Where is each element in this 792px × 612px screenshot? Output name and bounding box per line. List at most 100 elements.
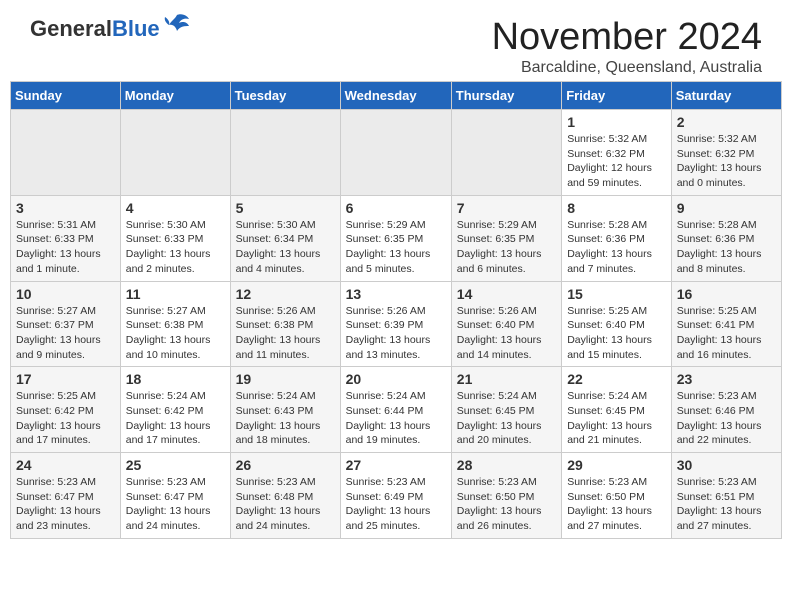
day-number: 1 <box>567 114 666 130</box>
day-info: Sunrise: 5:25 AM Sunset: 6:40 PM Dayligh… <box>567 304 666 363</box>
page-header: General Blue November 2024 Barcaldine, Q… <box>10 0 782 81</box>
table-row: 27Sunrise: 5:23 AM Sunset: 6:49 PM Dayli… <box>340 453 451 539</box>
day-number: 26 <box>236 457 335 473</box>
day-info: Sunrise: 5:24 AM Sunset: 6:45 PM Dayligh… <box>457 389 556 448</box>
table-row: 18 Sunrise: 5:24 AM Sunset: 6:42 PM Dayli… <box>120 367 230 453</box>
day-number: 22 <box>567 371 666 387</box>
table-row: 12 Sunrise: 5:26 AM Sunset: 6:38 PM Dayli… <box>230 281 340 367</box>
table-row: 10 Sunrise: 5:27 AM Sunset: 6:37 PM Dayli… <box>11 281 121 367</box>
table-row: 11 Sunrise: 5:27 AM Sunset: 6:38 PM Dayli… <box>120 281 230 367</box>
table-row: 8 Sunrise: 5:28 AM Sunset: 6:36 PM Daylig… <box>562 195 672 281</box>
day-number: 24 <box>16 457 115 473</box>
day-number: 29 <box>567 457 666 473</box>
day-info: Sunrise: 5:31 AM Sunset: 6:33 PM Dayligh… <box>16 218 115 277</box>
day-info: Sunrise: 5:27 AM Sunset: 6:37 PM Dayligh… <box>16 304 115 363</box>
day-info: Sunrise: 5:25 AM Sunset: 6:42 PM Dayligh… <box>16 389 115 448</box>
day-number: 7 <box>457 200 556 216</box>
table-row: 5Sunrise: 5:30 AM Sunset: 6:34 PM Daylig… <box>230 195 340 281</box>
table-row: 4 Sunrise: 5:30 AM Sunset: 6:33 PM Daylig… <box>120 195 230 281</box>
table-row <box>340 110 451 196</box>
table-row: 23 Sunrise: 5:23 AM Sunset: 6:46 PM Dayli… <box>671 367 781 453</box>
day-number: 4 <box>126 200 225 216</box>
day-info: Sunrise: 5:28 AM Sunset: 6:36 PM Dayligh… <box>567 218 666 277</box>
table-row <box>230 110 340 196</box>
col-tuesday: Tuesday <box>230 82 340 110</box>
day-number: 14 <box>457 286 556 302</box>
table-row: 6 Sunrise: 5:29 AM Sunset: 6:35 PM Daylig… <box>340 195 451 281</box>
table-row: 9 Sunrise: 5:28 AM Sunset: 6:36 PM Daylig… <box>671 195 781 281</box>
table-row: 20 Sunrise: 5:24 AM Sunset: 6:44 PM Dayli… <box>340 367 451 453</box>
day-number: 2 <box>677 114 776 130</box>
day-info: Sunrise: 5:23 AM Sunset: 6:50 PM Dayligh… <box>567 475 666 534</box>
day-number: 15 <box>567 286 666 302</box>
day-info: Sunrise: 5:24 AM Sunset: 6:42 PM Dayligh… <box>126 389 225 448</box>
table-row <box>451 110 561 196</box>
month-title: November 2024 <box>492 16 762 59</box>
day-info: Sunrise: 5:27 AM Sunset: 6:38 PM Dayligh… <box>126 304 225 363</box>
logo-general: General <box>30 16 112 42</box>
day-info: Sunrise: 5:23 AM Sunset: 6:51 PM Dayligh… <box>677 475 776 534</box>
day-info: Sunrise: 5:32 AM Sunset: 6:32 PM Dayligh… <box>567 132 666 191</box>
table-row: 28 Sunrise: 5:23 AM Sunset: 6:50 PM Dayli… <box>451 453 561 539</box>
table-row: 19 Sunrise: 5:24 AM Sunset: 6:43 PM Dayli… <box>230 367 340 453</box>
logo: General Blue <box>30 16 191 42</box>
table-row: 24 Sunrise: 5:23 AM Sunset: 6:47 PM Dayli… <box>11 453 121 539</box>
calendar-week-row: 24 Sunrise: 5:23 AM Sunset: 6:47 PM Dayli… <box>11 453 782 539</box>
calendar-header-row: Sunday Monday Tuesday Wednesday Thursday… <box>11 82 782 110</box>
table-row: 17 Sunrise: 5:25 AM Sunset: 6:42 PM Dayli… <box>11 367 121 453</box>
day-info: Sunrise: 5:30 AM Sunset: 6:33 PM Dayligh… <box>126 218 225 277</box>
table-row: 25Sunrise: 5:23 AM Sunset: 6:47 PM Dayli… <box>120 453 230 539</box>
day-info: Sunrise: 5:24 AM Sunset: 6:44 PM Dayligh… <box>346 389 446 448</box>
day-info: Sunrise: 5:23 AM Sunset: 6:46 PM Dayligh… <box>677 389 776 448</box>
table-row: 30 Sunrise: 5:23 AM Sunset: 6:51 PM Dayli… <box>671 453 781 539</box>
col-thursday: Thursday <box>451 82 561 110</box>
day-number: 30 <box>677 457 776 473</box>
day-number: 21 <box>457 371 556 387</box>
day-info: Sunrise: 5:29 AM Sunset: 6:35 PM Dayligh… <box>346 218 446 277</box>
table-row <box>11 110 121 196</box>
day-info: Sunrise: 5:23 AM Sunset: 6:48 PM Dayligh… <box>236 475 335 534</box>
calendar-week-row: 1 Sunrise: 5:32 AM Sunset: 6:32 PM Daylig… <box>11 110 782 196</box>
day-number: 6 <box>346 200 446 216</box>
col-saturday: Saturday <box>671 82 781 110</box>
table-row: 13Sunrise: 5:26 AM Sunset: 6:39 PM Dayli… <box>340 281 451 367</box>
day-info: Sunrise: 5:26 AM Sunset: 6:40 PM Dayligh… <box>457 304 556 363</box>
day-info: Sunrise: 5:28 AM Sunset: 6:36 PM Dayligh… <box>677 218 776 277</box>
logo-blue: Blue <box>112 16 160 42</box>
day-info: Sunrise: 5:26 AM Sunset: 6:39 PM Dayligh… <box>346 304 446 363</box>
table-row: 2 Sunrise: 5:32 AM Sunset: 6:32 PM Daylig… <box>671 110 781 196</box>
day-number: 23 <box>677 371 776 387</box>
day-number: 12 <box>236 286 335 302</box>
day-number: 9 <box>677 200 776 216</box>
table-row: 1 Sunrise: 5:32 AM Sunset: 6:32 PM Daylig… <box>562 110 672 196</box>
table-row <box>120 110 230 196</box>
calendar-week-row: 10 Sunrise: 5:27 AM Sunset: 6:37 PM Dayli… <box>11 281 782 367</box>
day-info: Sunrise: 5:23 AM Sunset: 6:50 PM Dayligh… <box>457 475 556 534</box>
table-row: 3Sunrise: 5:31 AM Sunset: 6:33 PM Daylig… <box>11 195 121 281</box>
table-row: 14 Sunrise: 5:26 AM Sunset: 6:40 PM Dayli… <box>451 281 561 367</box>
day-info: Sunrise: 5:24 AM Sunset: 6:45 PM Dayligh… <box>567 389 666 448</box>
day-info: Sunrise: 5:23 AM Sunset: 6:47 PM Dayligh… <box>16 475 115 534</box>
day-number: 8 <box>567 200 666 216</box>
day-number: 28 <box>457 457 556 473</box>
calendar-table: Sunday Monday Tuesday Wednesday Thursday… <box>10 81 782 539</box>
day-number: 25 <box>126 457 225 473</box>
table-row: 22 Sunrise: 5:24 AM Sunset: 6:45 PM Dayli… <box>562 367 672 453</box>
table-row: 7Sunrise: 5:29 AM Sunset: 6:35 PM Daylig… <box>451 195 561 281</box>
title-area: November 2024 Barcaldine, Queensland, Au… <box>492 16 762 77</box>
day-info: Sunrise: 5:26 AM Sunset: 6:38 PM Dayligh… <box>236 304 335 363</box>
day-info: Sunrise: 5:24 AM Sunset: 6:43 PM Dayligh… <box>236 389 335 448</box>
col-friday: Friday <box>562 82 672 110</box>
day-number: 17 <box>16 371 115 387</box>
day-number: 19 <box>236 371 335 387</box>
day-number: 18 <box>126 371 225 387</box>
col-sunday: Sunday <box>11 82 121 110</box>
table-row: 21 Sunrise: 5:24 AM Sunset: 6:45 PM Dayli… <box>451 367 561 453</box>
col-monday: Monday <box>120 82 230 110</box>
day-number: 11 <box>126 286 225 302</box>
day-info: Sunrise: 5:32 AM Sunset: 6:32 PM Dayligh… <box>677 132 776 191</box>
table-row: 26 Sunrise: 5:23 AM Sunset: 6:48 PM Dayli… <box>230 453 340 539</box>
day-number: 10 <box>16 286 115 302</box>
day-number: 16 <box>677 286 776 302</box>
day-number: 20 <box>346 371 446 387</box>
